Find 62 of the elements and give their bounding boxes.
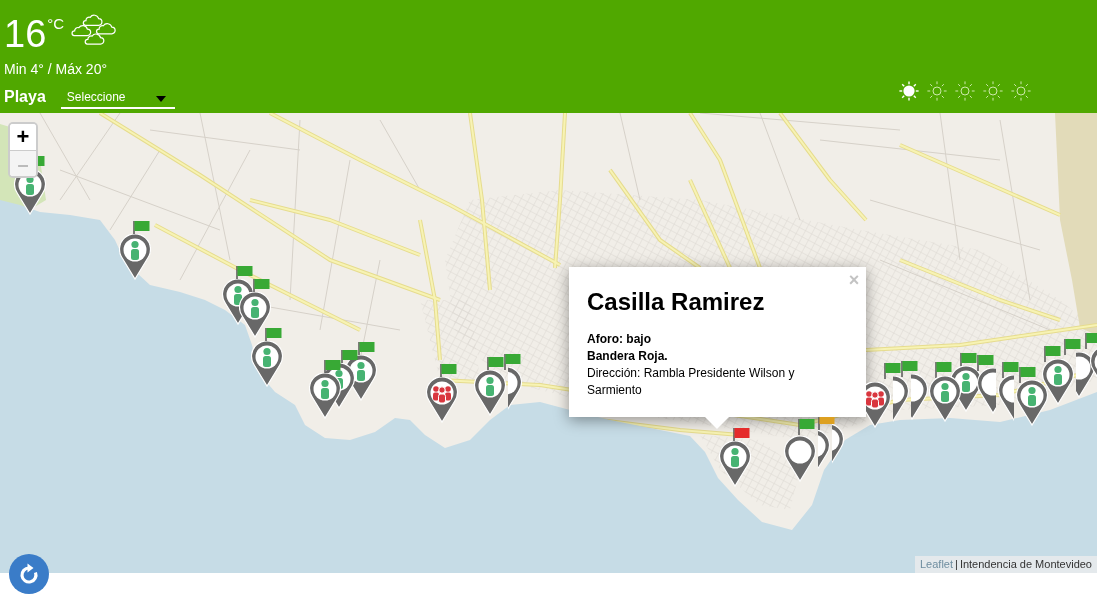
flag-icon[interactable] bbox=[358, 342, 375, 358]
map-pin-icon[interactable] bbox=[929, 376, 961, 422]
person-icon bbox=[941, 382, 949, 402]
flag-icon[interactable] bbox=[1002, 362, 1019, 378]
min-max-temperature: Min 4° / Máx 20° bbox=[4, 61, 107, 77]
person-icon bbox=[486, 376, 494, 396]
caret-icon bbox=[155, 95, 166, 102]
flag-icon[interactable] bbox=[733, 428, 750, 444]
attribution-text: Intendencia de Montevideo bbox=[959, 558, 1092, 571]
flag-icon[interactable] bbox=[1019, 367, 1036, 383]
map-pin-icon[interactable] bbox=[784, 436, 816, 482]
occupancy-text: Aforo: bajo bbox=[587, 331, 652, 348]
map-pin-icon[interactable] bbox=[239, 292, 271, 338]
person-icon bbox=[731, 447, 739, 467]
flag-icon[interactable] bbox=[901, 361, 918, 377]
flag-icon[interactable] bbox=[960, 353, 977, 369]
person-icon bbox=[962, 372, 970, 392]
person-icon bbox=[251, 298, 259, 318]
flag-icon[interactable] bbox=[265, 328, 282, 344]
flag-icon[interactable] bbox=[341, 350, 358, 366]
map-pin-icon[interactable] bbox=[1016, 380, 1048, 426]
flag-icon[interactable] bbox=[884, 363, 901, 379]
refresh-button[interactable] bbox=[9, 554, 49, 594]
flag-icon[interactable] bbox=[935, 362, 952, 378]
attribution-separator: | bbox=[955, 558, 958, 571]
beach-label: Playa bbox=[4, 87, 46, 107]
address-text: Dirección: Rambla Presidente Wilson y Sarmiento bbox=[587, 365, 796, 399]
flag-icon[interactable] bbox=[504, 354, 521, 370]
clouds-icon bbox=[70, 14, 117, 46]
refresh-icon bbox=[18, 563, 40, 585]
map-pin-icon[interactable] bbox=[426, 377, 458, 423]
map-pin-icon[interactable] bbox=[309, 373, 341, 419]
person-icon bbox=[1054, 365, 1062, 385]
leaflet-link[interactable]: Leaflet bbox=[920, 558, 954, 571]
person-icon bbox=[357, 361, 365, 381]
flag-status-text: Bandera Roja. bbox=[587, 348, 669, 365]
flag-icon[interactable] bbox=[236, 266, 253, 282]
flag-icon[interactable] bbox=[324, 360, 341, 376]
close-button[interactable]: × bbox=[846, 272, 862, 288]
map-pin-icon[interactable] bbox=[119, 234, 151, 280]
person-icon bbox=[1028, 386, 1036, 406]
map-pin-icon[interactable] bbox=[719, 441, 751, 487]
flag-icon[interactable] bbox=[798, 419, 815, 435]
map-pin-icon[interactable] bbox=[251, 341, 283, 387]
flag-icon[interactable] bbox=[133, 221, 150, 237]
people-icon bbox=[433, 386, 451, 404]
popup-title: Casilla Ramirez bbox=[587, 287, 766, 317]
person-icon bbox=[321, 379, 329, 399]
flag-icon[interactable] bbox=[818, 417, 835, 430]
flag-icon[interactable] bbox=[440, 364, 457, 380]
temperature-unit: °C bbox=[47, 16, 65, 32]
flag-icon[interactable] bbox=[253, 279, 270, 295]
flag-icon[interactable] bbox=[1044, 346, 1061, 362]
flag-icon[interactable] bbox=[1064, 339, 1081, 355]
temperature-value: 16 bbox=[4, 15, 47, 53]
flag-icon[interactable] bbox=[1085, 333, 1097, 349]
map-pin-icon[interactable] bbox=[474, 370, 506, 416]
beach-select[interactable]: Seleccione bbox=[60, 87, 175, 109]
flag-icon[interactable] bbox=[487, 357, 504, 373]
person-icon bbox=[131, 240, 139, 260]
flag-icon[interactable] bbox=[977, 355, 994, 371]
person-icon bbox=[263, 347, 271, 367]
